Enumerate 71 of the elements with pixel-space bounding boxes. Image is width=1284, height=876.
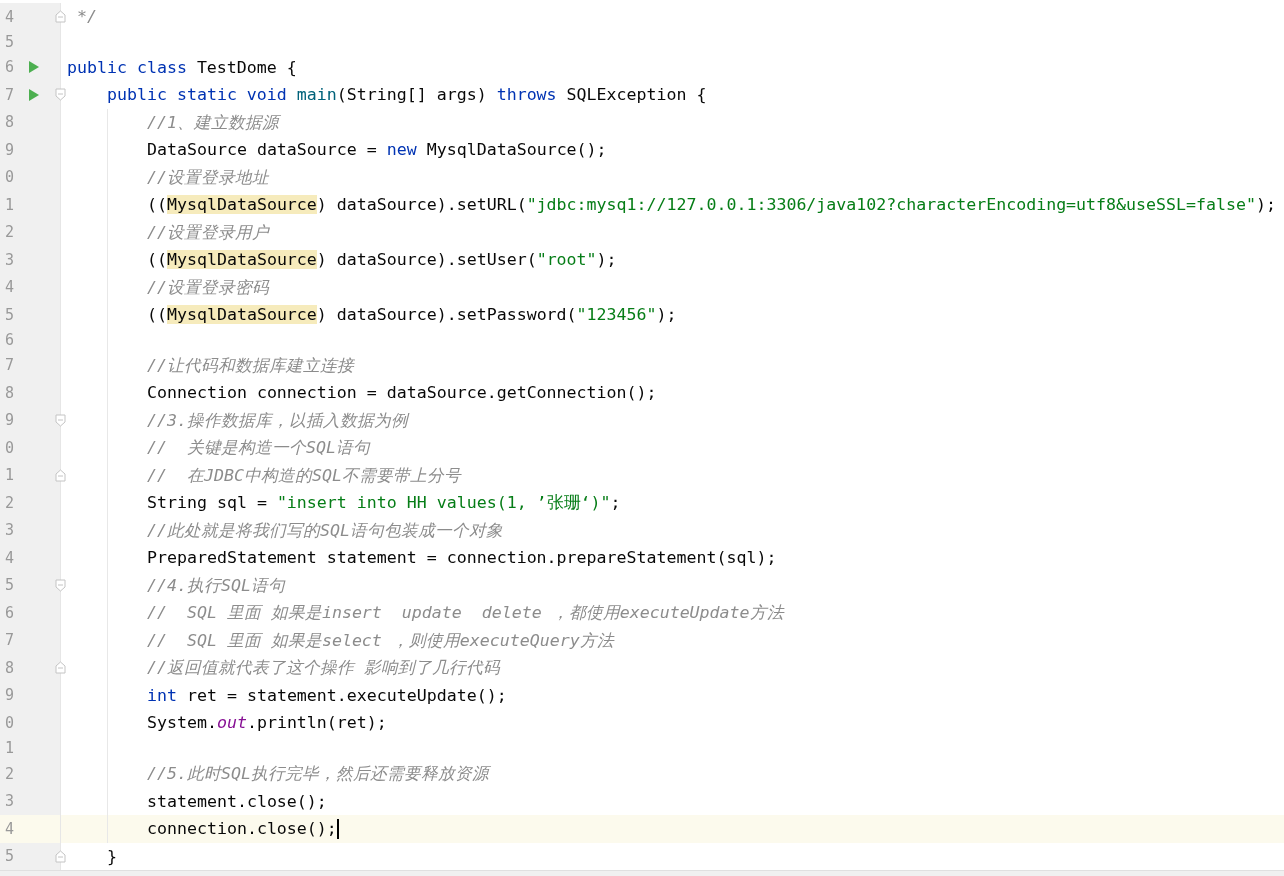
line-number: 7 [3, 355, 14, 377]
code-line: PreparedStatement statement = connection.prepareStatement(sql); [147, 547, 777, 570]
code-line: //让代码和数据库建立连接 [147, 354, 354, 377]
code-line: // 关键是构造一个SQL语句 [147, 437, 370, 460]
line-number: 8 [3, 382, 14, 404]
line-number: 3 [3, 249, 14, 271]
code-line: //设置登录地址 [147, 166, 269, 189]
code-line: //此处就是将我们写的SQL语句包装成一个对象 [147, 519, 503, 542]
line-number: 6 [3, 330, 14, 351]
line-number: 3 [3, 520, 14, 542]
line-number: 4 [3, 818, 14, 840]
line-number: 0 [3, 167, 14, 189]
code-line: //3.操作数据库，以插入数据为例 [147, 409, 408, 432]
line-number: 4 [3, 547, 14, 569]
code-line: } [107, 845, 117, 868]
text-cursor [336, 818, 339, 839]
line-number: 1 [3, 194, 14, 216]
code-line: // SQL 里面 如果是insert update delete ，都使用executeUpdate方法 [147, 602, 784, 625]
line-number: 5 [3, 575, 14, 597]
code-line: Connection connection = dataSource.getConnection(); [147, 382, 657, 405]
line-number: 8 [3, 112, 14, 134]
code-line: String sql = "insert into HH values(1, ’张珊‘)"; [147, 492, 621, 515]
line-number: 1 [3, 738, 14, 760]
fold-icon[interactable] [55, 88, 66, 102]
line-number: 2 [3, 763, 14, 785]
line-number: 9 [3, 685, 14, 707]
line-number: 6 [3, 602, 14, 624]
code-line: //5.此时SQL执行完毕，然后还需要释放资源 [147, 763, 489, 785]
line-number: 4 [3, 6, 14, 28]
code-line: //4.执行SQL语句 [147, 574, 285, 597]
line-number: 5 [3, 304, 14, 326]
line-number: 3 [3, 791, 14, 812]
line-number: 2 [3, 492, 14, 514]
code-line: // 在JDBC中构造的SQL不需要带上分号 [147, 464, 461, 487]
line-number: 0 [3, 437, 14, 459]
line-number: 9 [3, 410, 14, 432]
fold-icon[interactable] [55, 578, 66, 592]
line-number: 2 [3, 222, 14, 244]
code-line: DataSource dataSource = new MysqlDataSource(); [147, 139, 607, 162]
code-line: //1、建立数据源 [147, 111, 279, 134]
fold-icon[interactable] [55, 849, 66, 863]
line-number: 7 [3, 630, 14, 652]
run-icon[interactable] [28, 60, 40, 75]
code-line: */ [76, 6, 97, 28]
line-number: 4 [3, 277, 14, 299]
line-number: 5 [3, 846, 14, 867]
run-icon[interactable] [28, 87, 40, 102]
code-line: ((MysqlDataSource) dataSource).setUser("root"); [147, 249, 617, 272]
code-line: ((MysqlDataSource) dataSource).setURL("jdbc:mysq1://127.0.0.1:3306/java102?characterEncoding=utf8&useSSL=false"); [147, 194, 1276, 217]
code-line: ((MysqlDataSource) dataSource).setPassword("123456"); [147, 304, 677, 327]
code-line: connection.close(); [147, 818, 337, 840]
fold-icon[interactable] [55, 413, 66, 427]
line-number: 9 [3, 139, 14, 161]
code-line: System.out.println(ret); [147, 712, 387, 735]
line-number: 5 [3, 31, 14, 53]
code-line: int ret = statement.executeUpdate(); [147, 684, 507, 707]
code-line: public class TestDome { [67, 56, 297, 79]
code-line: //设置登录密码 [147, 276, 269, 299]
code-line: public static void main(String[] args) throws SQLException { [107, 84, 707, 107]
code-line: // SQL 里面 如果是select ，则使用executeQuery方法 [147, 629, 614, 652]
fold-icon[interactable] [55, 468, 66, 482]
code-line: statement.close(); [147, 790, 327, 813]
line-number: 7 [3, 84, 14, 106]
code-line: //返回值就代表了这个操作 影响到了几行代码 [147, 657, 500, 680]
fold-icon[interactable] [55, 10, 66, 23]
line-number: 6 [3, 57, 14, 79]
line-number: 1 [3, 465, 14, 487]
line-number: 8 [3, 657, 14, 679]
code-line: //设置登录用户 [147, 221, 269, 244]
fold-icon[interactable] [55, 661, 66, 675]
line-number: 0 [3, 712, 14, 734]
